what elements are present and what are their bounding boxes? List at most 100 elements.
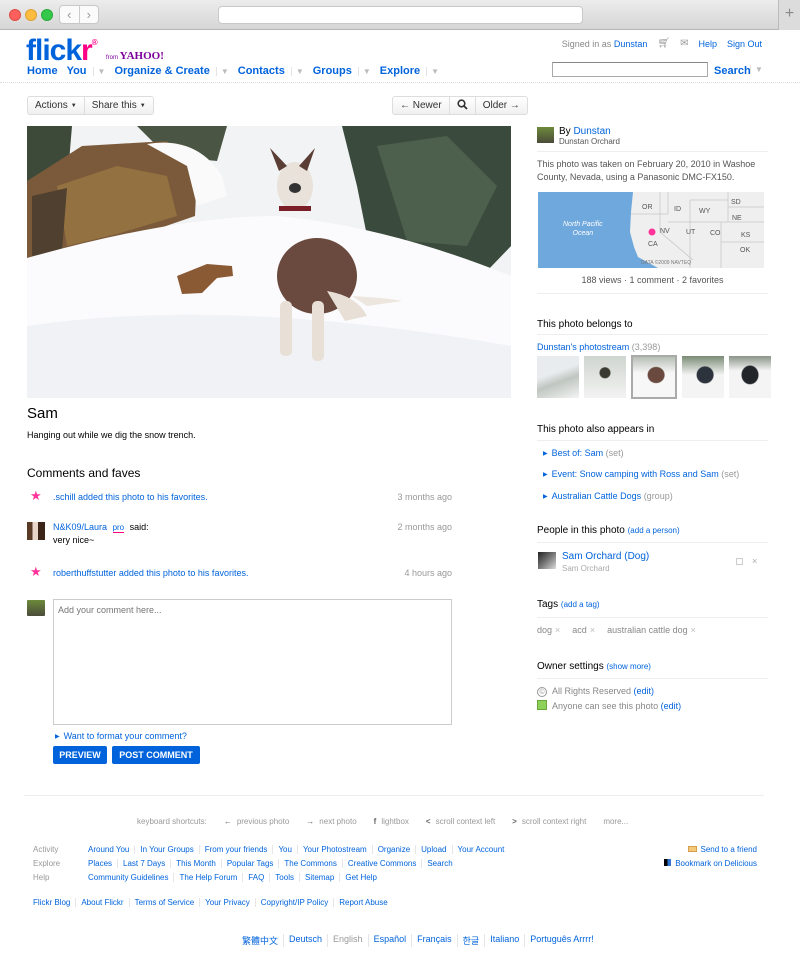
share-button[interactable]: Share this ▼ (83, 97, 153, 114)
signed-in-user-link[interactable]: Dunstan (614, 39, 648, 49)
chevron-down-icon[interactable]: ▼ (92, 66, 105, 76)
footer-link[interactable]: This Month (170, 859, 221, 868)
edit-visibility-link[interactable]: (edit) (661, 701, 682, 711)
chevron-down-icon[interactable]: ▼ (215, 66, 229, 76)
remove-tag-icon[interactable]: × (691, 625, 696, 635)
edit-license-link[interactable]: (edit) (634, 686, 655, 696)
set-link[interactable]: Event: Snow camping with Ross and Sam (552, 469, 719, 479)
chevron-down-icon[interactable]: ▼ (290, 66, 304, 76)
footer-link[interactable]: Report Abuse (333, 898, 392, 907)
footer-link[interactable]: Creative Commons (341, 859, 421, 868)
thumbnail[interactable] (537, 356, 579, 398)
shortcuts-more-link[interactable]: more... (603, 817, 628, 826)
help-link[interactable]: Help (698, 39, 717, 49)
footer-link[interactable]: FAQ (242, 873, 269, 882)
nav-organize-create[interactable]: Organize & Create ▼ (114, 65, 228, 77)
footer-link[interactable]: You (272, 845, 297, 854)
zoom-window-button[interactable] (41, 9, 53, 21)
language-link[interactable]: Italiano (484, 934, 524, 947)
language-link[interactable]: 繁體中文 (237, 934, 283, 947)
remove-person-icon[interactable]: × (752, 556, 757, 566)
footer-link[interactable]: Your Privacy (199, 898, 255, 907)
search-button[interactable]: Search (714, 65, 751, 77)
forward-button[interactable]: › (80, 6, 99, 23)
nav-contacts[interactable]: Contacts ▼ (238, 65, 304, 77)
owner-link[interactable]: Dunstan (573, 126, 610, 137)
remove-tag-icon[interactable]: × (555, 625, 560, 635)
footer-link[interactable]: Copyright/IP Policy (254, 898, 333, 907)
show-more-link[interactable]: (show more) (606, 662, 650, 671)
thumbnail[interactable] (682, 356, 724, 398)
fave-text-link[interactable]: roberthuffstutter added this photo to hi… (53, 568, 248, 578)
footer-link[interactable]: Your Account (451, 845, 510, 854)
footer-link[interactable]: Organize (371, 845, 415, 854)
tag[interactable]: australian cattle dog × (607, 625, 696, 635)
cart-icon[interactable]: 🛒︎ (657, 38, 670, 49)
footer-link[interactable]: Get Help (339, 873, 382, 882)
language-link[interactable]: Deutsch (283, 934, 327, 947)
sign-out-link[interactable]: Sign Out (727, 39, 762, 49)
comment-textarea[interactable] (53, 599, 452, 725)
pro-badge[interactable]: pro (112, 523, 125, 533)
nav-groups[interactable]: Groups ▼ (313, 65, 371, 77)
main-photo[interactable] (27, 126, 511, 398)
mail-icon[interactable]: ✉︎ (680, 38, 688, 49)
footer-link[interactable]: Around You (88, 845, 134, 854)
commenter-avatar[interactable] (27, 522, 45, 540)
set-link[interactable]: Best of: Sam (552, 448, 604, 458)
language-link[interactable]: Português Arrrr! (524, 934, 599, 947)
owner-avatar[interactable] (537, 127, 554, 143)
actions-button[interactable]: Actions ▼ (28, 97, 84, 114)
preview-button[interactable]: PREVIEW (53, 746, 107, 764)
footer-link[interactable]: Sitemap (298, 873, 339, 882)
thumbnail[interactable] (584, 356, 626, 398)
post-comment-button[interactable]: POST COMMENT (112, 746, 200, 764)
add-person-link[interactable]: (add a person) (628, 526, 680, 535)
bookmark-delicious-link[interactable]: Bookmark on Delicious (664, 859, 757, 868)
nav-home[interactable]: Home (27, 65, 58, 77)
send-to-friend-link[interactable]: Send to a friend (687, 845, 757, 854)
chevron-down-icon[interactable]: ▼ (357, 66, 371, 76)
footer-link[interactable]: Community Guidelines (88, 873, 173, 882)
chevron-down-icon[interactable]: ▼ (426, 66, 439, 76)
zoom-search-button[interactable] (448, 97, 475, 114)
footer-link[interactable]: The Commons (278, 859, 341, 868)
back-button[interactable]: ‹ (60, 6, 80, 23)
close-window-button[interactable] (9, 9, 21, 21)
footer-link[interactable]: The Help Forum (173, 873, 242, 882)
thumbnail-current[interactable] (631, 355, 677, 399)
tag[interactable]: dog × (537, 625, 560, 635)
address-bar[interactable] (218, 6, 583, 24)
person-link[interactable]: Sam Orchard (Dog) (562, 551, 649, 562)
newer-button[interactable]: ← Newer (393, 97, 449, 114)
footer-link[interactable]: Upload (415, 845, 451, 854)
search-input[interactable] (552, 62, 708, 77)
person-checkbox[interactable] (736, 558, 743, 565)
fave-text-link[interactable]: .schill added this photo to his favorite… (53, 492, 208, 502)
add-tag-link[interactable]: (add a tag) (561, 600, 600, 609)
older-button[interactable]: Older → (474, 97, 527, 114)
footer-link[interactable]: Popular Tags (220, 859, 279, 868)
nav-you[interactable]: You ▼ (67, 65, 106, 77)
flickr-logo[interactable]: flickr® (26, 34, 98, 68)
footer-link[interactable]: Flickr Blog (33, 898, 75, 907)
footer-link[interactable]: Your Photostream (296, 845, 372, 854)
search-options-chevron-icon[interactable]: ▼ (750, 65, 763, 74)
footer-link[interactable]: About Flickr (75, 898, 128, 907)
footer-link[interactable]: Places (88, 859, 117, 868)
nav-explore[interactable]: Explore ▼ (380, 65, 439, 77)
language-link[interactable]: 한글 (456, 934, 485, 947)
tag[interactable]: acd × (572, 625, 595, 635)
commenter-link[interactable]: N&K09/Laura (53, 522, 107, 532)
group-link[interactable]: Australian Cattle Dogs (552, 491, 642, 501)
footer-link[interactable]: Terms of Service (128, 898, 200, 907)
footer-link[interactable]: Last 7 Days (117, 859, 170, 868)
location-map[interactable]: North Pacific Ocean OR ID WY SD NE NV UT … (538, 192, 764, 268)
language-link[interactable]: Español (367, 934, 412, 947)
format-comment-link[interactable]: ▶ Want to format your comment? (55, 731, 187, 741)
footer-link[interactable]: Tools (269, 873, 299, 882)
thumbnail[interactable] (729, 356, 771, 398)
minimize-window-button[interactable] (25, 9, 37, 21)
footer-link[interactable]: Search (421, 859, 457, 868)
footer-link[interactable]: From your friends (198, 845, 273, 854)
